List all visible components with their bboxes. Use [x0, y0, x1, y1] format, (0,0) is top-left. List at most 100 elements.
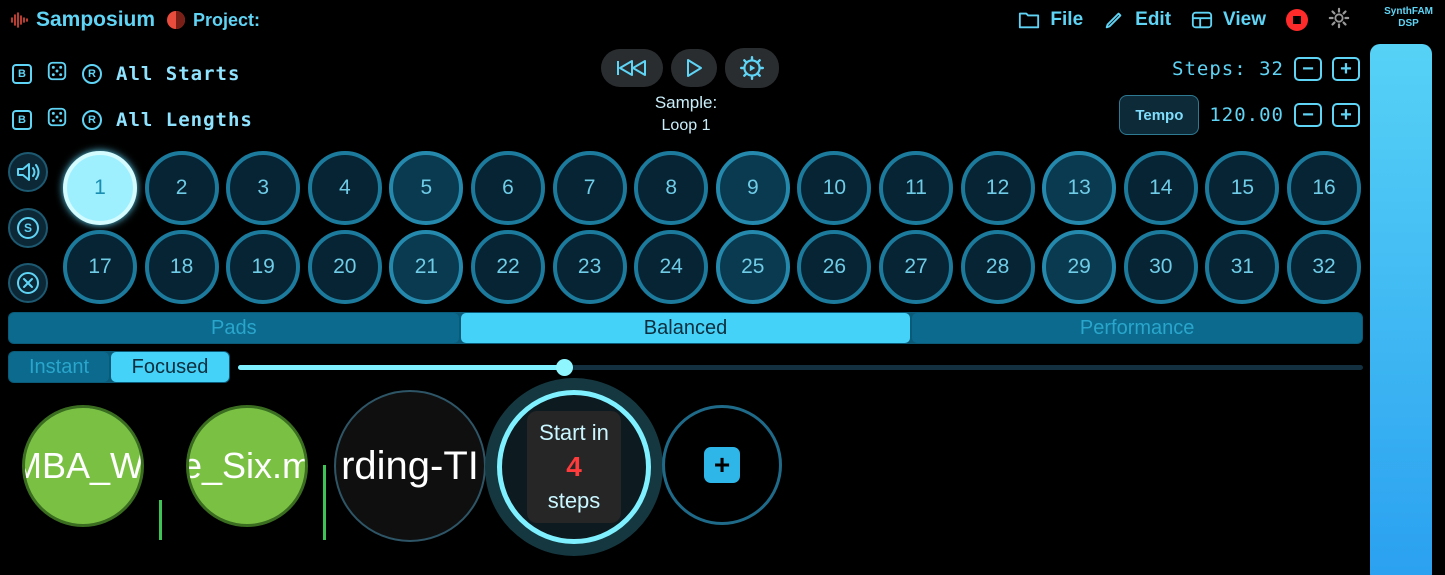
all-starts-label: All Starts: [116, 62, 241, 85]
solo-button[interactable]: S: [8, 208, 48, 248]
pad-24[interactable]: 24: [634, 230, 709, 304]
tempo-button[interactable]: Tempo: [1119, 95, 1200, 135]
view-menu[interactable]: View: [1191, 9, 1266, 31]
speaker-icon: [17, 163, 40, 181]
pad-7[interactable]: 7: [552, 151, 627, 225]
tempo-value[interactable]: 120.00: [1209, 104, 1284, 126]
top-menu: File Edit View: [1018, 6, 1350, 34]
mute-button[interactable]: [8, 152, 48, 192]
project-status-icon: [167, 11, 186, 29]
close-circle-icon: [17, 272, 39, 294]
pad-12[interactable]: 12: [960, 151, 1035, 225]
pad-3[interactable]: 3: [226, 151, 301, 225]
focus-slider[interactable]: [238, 359, 1363, 376]
pad-16[interactable]: 16: [1287, 151, 1361, 225]
all-lengths-row: B R All Lengths: [12, 106, 253, 133]
pad-18[interactable]: 18: [144, 230, 219, 304]
reset-button[interactable]: R: [82, 109, 102, 130]
pad-28[interactable]: 28: [960, 230, 1035, 304]
steps-decrement-button[interactable]: −: [1294, 57, 1322, 81]
sample-tile[interactable]: rding-TI: [334, 390, 486, 542]
all-starts-row: B R All Starts: [12, 60, 240, 87]
solo-label: S: [17, 217, 39, 239]
start-countdown-line2: steps: [547, 488, 601, 513]
pad-14[interactable]: 14: [1123, 151, 1198, 225]
focus-slider-fill: [238, 365, 565, 370]
pad-23[interactable]: 23: [552, 230, 627, 304]
focus-slider-thumb[interactable]: [556, 359, 574, 376]
tempo-decrement-button[interactable]: −: [1294, 103, 1322, 127]
pad-2[interactable]: 2: [144, 151, 219, 225]
pad-30[interactable]: 30: [1123, 230, 1198, 304]
sample-tile-name: MBA_WI: [25, 445, 144, 486]
pad-15[interactable]: 15: [1205, 151, 1280, 225]
pad-8[interactable]: 8: [634, 151, 709, 225]
focused-sample-tile[interactable]: Start in 4 steps: [497, 390, 651, 544]
layout-icon: [1191, 11, 1213, 29]
transport-controls: [601, 48, 779, 88]
steps-increment-button[interactable]: +: [1332, 57, 1360, 81]
pad-29[interactable]: 29: [1042, 230, 1117, 304]
add-sample-tile[interactable]: +: [662, 405, 782, 525]
sample-level-indicator: [159, 500, 162, 540]
file-menu[interactable]: File: [1018, 9, 1083, 31]
settings-button[interactable]: [1328, 7, 1350, 34]
reset-button[interactable]: R: [82, 63, 102, 84]
pad-20[interactable]: 20: [307, 230, 382, 304]
mode-balanced[interactable]: Balanced: [460, 313, 911, 343]
app-name: Samposium: [36, 8, 156, 31]
mode-performance[interactable]: Performance: [912, 313, 1363, 343]
play-button[interactable]: [671, 49, 717, 87]
pad-10[interactable]: 10: [797, 151, 872, 225]
pad-6[interactable]: 6: [471, 151, 545, 225]
mode-pads[interactable]: Pads: [9, 313, 459, 343]
pad-13[interactable]: 13: [1042, 151, 1117, 225]
edit-menu[interactable]: Edit: [1103, 9, 1171, 31]
pad-22[interactable]: 22: [471, 230, 545, 304]
pad-4[interactable]: 4: [307, 151, 382, 225]
sample-tile[interactable]: e_Six.m: [186, 405, 308, 527]
sample-level-indicator: [323, 465, 326, 540]
pad-grid: 1 2 3 4 5 6 7 8 9 10 11 12 13 14 15 16 17 18 19 20 21 22 23 24 2…: [63, 151, 1363, 305]
transport-settings-button[interactable]: [725, 48, 779, 88]
sample-value[interactable]: Loop 1: [620, 117, 752, 135]
sample-info: Sample: Loop 1: [620, 93, 752, 135]
pad-11[interactable]: 11: [879, 151, 953, 225]
bounce-button[interactable]: B: [12, 63, 32, 84]
brand-logo-line2: DSP: [1398, 18, 1419, 29]
bounce-button[interactable]: B: [12, 109, 32, 130]
pad-27[interactable]: 27: [879, 230, 953, 304]
randomize-dice-icon[interactable]: [46, 60, 68, 87]
pad-31[interactable]: 31: [1205, 230, 1280, 304]
gear-icon: [1328, 7, 1350, 28]
pad-17[interactable]: 17: [63, 230, 137, 304]
add-sample-button[interactable]: +: [704, 447, 740, 483]
pad-32[interactable]: 32: [1287, 230, 1361, 304]
tempo-increment-button[interactable]: +: [1332, 103, 1360, 127]
rewind-button[interactable]: [601, 49, 663, 87]
play-icon: [687, 59, 702, 77]
brand-logo-line1: SynthFAM: [1384, 6, 1433, 17]
pad-9[interactable]: 9: [715, 151, 790, 225]
pad-26[interactable]: 26: [797, 230, 872, 304]
pencil-icon: [1105, 12, 1122, 29]
steps-label: Steps: 32: [1172, 58, 1284, 80]
trigger-mode-instant[interactable]: Instant: [9, 352, 109, 382]
output-level-meter: [1370, 44, 1432, 575]
project-label[interactable]: Project:: [193, 10, 260, 31]
sample-tile[interactable]: MBA_WI: [22, 405, 144, 527]
brand-logo: SynthFAM DSP: [1384, 6, 1433, 30]
edit-menu-label: Edit: [1135, 9, 1172, 30]
stop-record-button[interactable]: [1286, 9, 1308, 31]
pad-1[interactable]: 1: [63, 151, 137, 225]
start-countdown: Start in 4 steps: [527, 411, 621, 523]
view-menu-label: View: [1223, 9, 1266, 30]
pad-25[interactable]: 25: [715, 230, 790, 304]
stop-icon: [1293, 16, 1301, 24]
pad-19[interactable]: 19: [226, 230, 301, 304]
trigger-mode-focused[interactable]: Focused: [111, 352, 229, 382]
clear-button[interactable]: [8, 263, 48, 303]
pad-5[interactable]: 5: [389, 151, 464, 225]
randomize-dice-icon[interactable]: [46, 106, 68, 133]
pad-21[interactable]: 21: [389, 230, 464, 304]
